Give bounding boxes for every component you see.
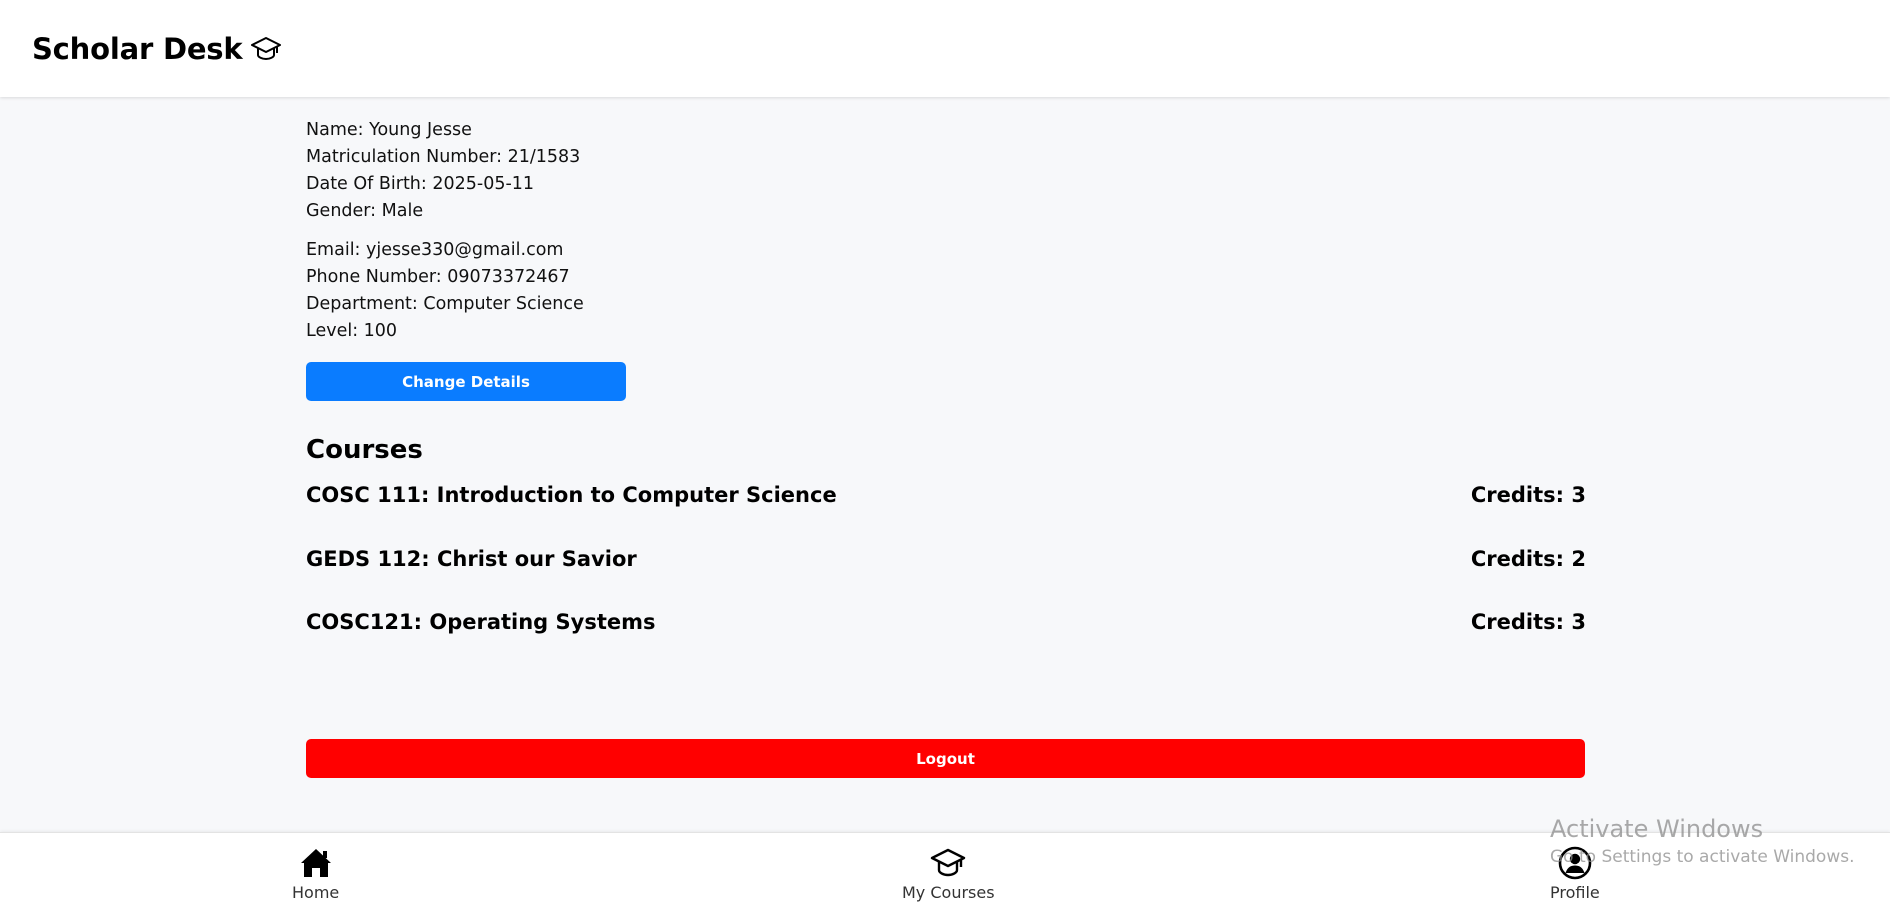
date-of-birth-line: Date Of Birth: 2025-05-11 xyxy=(306,174,535,194)
email-line: Email: yjesse330@gmail.com xyxy=(306,240,564,260)
phone-number-line: Phone Number: 09073372467 xyxy=(306,267,570,287)
nav-profile[interactable]: Profile xyxy=(1550,845,1600,902)
nav-home-label: Home xyxy=(292,883,340,902)
course-name: COSC 111: Introduction to Computer Scien… xyxy=(306,483,837,507)
course-name: COSC121: Operating Systems xyxy=(306,609,656,634)
home-icon xyxy=(300,849,331,877)
name-line: Name: Young Jesse xyxy=(306,120,472,140)
course-credits: Credits: 3 xyxy=(1470,483,1586,507)
course-item: COSC 111: Introduction to Computer Scien… xyxy=(306,483,1586,527)
level-line: Level: 100 xyxy=(306,321,398,341)
department-line: Department: Computer Science xyxy=(306,294,584,314)
top-header: Scholar Desk xyxy=(0,0,1890,97)
matric-number-line: Matriculation Number: 21/1583 xyxy=(306,147,581,167)
change-details-button[interactable]: Change Details xyxy=(306,362,626,401)
course-list: COSC 111: Introduction to Computer Scien… xyxy=(306,483,1586,653)
course-item: GEDS 112: Christ our Savior Credits: 2 xyxy=(306,527,1586,590)
course-name: GEDS 112: Christ our Savior xyxy=(306,546,637,571)
brand[interactable]: Scholar Desk xyxy=(32,32,282,66)
courses-heading: Courses xyxy=(306,435,423,465)
user-circle-icon xyxy=(1558,846,1592,880)
course-item: COSC121: Operating Systems Credits: 3 xyxy=(306,590,1586,653)
gender-line: Gender: Male xyxy=(306,201,424,221)
profile-main: Name: Young Jesse Matriculation Number: … xyxy=(306,117,1586,653)
nav-my-courses[interactable]: My Courses xyxy=(902,845,995,902)
personal-info: Name: Young Jesse Matriculation Number: … xyxy=(306,117,1586,225)
nav-profile-label: Profile xyxy=(1550,883,1600,902)
graduation-cap-icon xyxy=(931,848,966,877)
course-credits: Credits: 2 xyxy=(1470,546,1586,571)
contact-info: Email: yjesse330@gmail.com Phone Number:… xyxy=(306,237,1586,345)
brand-title: Scholar Desk xyxy=(32,31,243,66)
bottom-nav: Home My Courses Profile xyxy=(0,832,1890,912)
graduation-cap-icon xyxy=(251,36,282,60)
logout-button[interactable]: Logout xyxy=(306,739,1585,778)
app-root: Scholar Desk Name: Young Jesse Matricula… xyxy=(0,0,1890,912)
nav-my-courses-label: My Courses xyxy=(902,883,995,902)
course-credits: Credits: 3 xyxy=(1470,609,1586,634)
nav-home[interactable]: Home xyxy=(292,845,339,902)
